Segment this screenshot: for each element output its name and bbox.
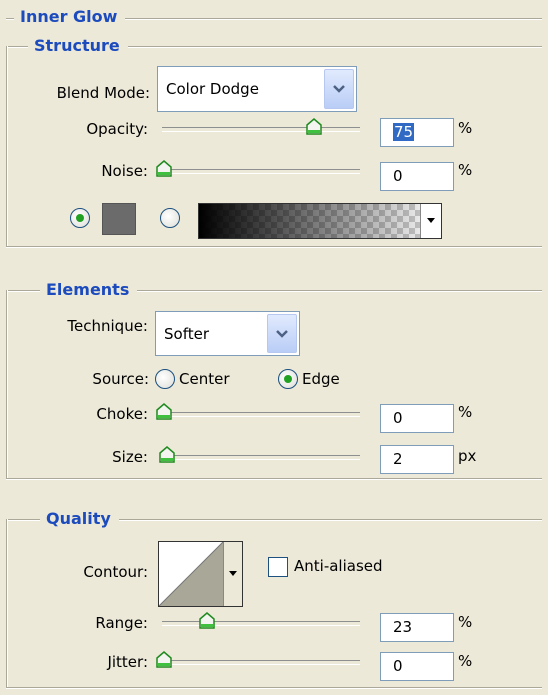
technique-label: Technique:	[67, 317, 148, 335]
jitter-unit: %	[458, 652, 473, 670]
opacity-slider-track[interactable]	[162, 127, 360, 132]
noise-slider-track[interactable]	[162, 169, 360, 174]
source-edge-radio[interactable]	[278, 369, 298, 389]
jitter-label: Jitter:	[107, 653, 148, 671]
contour-picker[interactable]	[158, 541, 243, 607]
choke-input[interactable]: 0	[380, 404, 454, 433]
choke-slider-thumb[interactable]	[155, 403, 173, 421]
opacity-label: Opacity:	[86, 120, 148, 138]
structure-title: Structure	[28, 36, 128, 56]
noise-unit: %	[458, 161, 473, 179]
range-input[interactable]: 23	[380, 613, 454, 642]
noise-slider-thumb[interactable]	[155, 160, 173, 178]
elements-divider-bottom	[6, 478, 542, 480]
structure-divider-left	[6, 46, 8, 246]
blend-mode-label: Blend Mode:	[56, 84, 150, 102]
contour-label: Contour:	[83, 563, 148, 581]
opacity-slider-thumb[interactable]	[305, 118, 323, 136]
technique-value: Softer	[164, 324, 209, 343]
jitter-slider-thumb[interactable]	[155, 651, 173, 669]
blend-mode-dropdown[interactable]: Color Dodge	[157, 66, 357, 112]
structure-divider-bottom	[6, 246, 542, 248]
size-label: Size:	[112, 448, 148, 466]
size-input[interactable]: 2	[380, 445, 454, 474]
color-radio[interactable]	[70, 208, 90, 228]
technique-dropdown[interactable]: Softer	[155, 311, 300, 356]
jitter-slider-track[interactable]	[162, 660, 360, 665]
contour-curve-icon	[159, 542, 223, 606]
quality-divider-left	[6, 519, 8, 687]
elements-title: Elements	[40, 280, 138, 300]
color-swatch[interactable]	[102, 203, 136, 235]
range-slider-thumb[interactable]	[198, 612, 216, 630]
elements-divider-left	[6, 290, 8, 478]
gradient-picker[interactable]	[198, 203, 442, 239]
dropdown-arrow-icon[interactable]	[420, 204, 441, 238]
source-center-radio[interactable]	[155, 369, 175, 389]
quality-divider-bottom	[6, 687, 542, 689]
choke-label: Choke:	[96, 405, 148, 423]
size-slider-track[interactable]	[162, 455, 360, 460]
range-label: Range:	[95, 614, 148, 632]
jitter-input[interactable]: 0	[380, 652, 454, 681]
noise-input[interactable]: 0	[380, 162, 454, 191]
range-slider-track[interactable]	[162, 621, 360, 626]
gradient-radio[interactable]	[160, 208, 180, 228]
anti-aliased-label[interactable]: Anti-aliased	[294, 556, 383, 576]
anti-aliased-checkbox[interactable]	[268, 557, 288, 577]
opacity-unit: %	[458, 119, 473, 137]
size-unit: px	[458, 447, 477, 465]
source-center-label[interactable]: Center	[179, 369, 230, 389]
chevron-down-icon[interactable]	[267, 314, 297, 353]
opacity-value: 75	[393, 123, 415, 141]
dropdown-arrow-icon[interactable]	[223, 542, 242, 606]
choke-unit: %	[458, 403, 473, 421]
choke-slider-track[interactable]	[162, 412, 360, 417]
quality-title: Quality	[40, 509, 119, 529]
radio-selected-dot	[284, 375, 292, 383]
size-slider-thumb[interactable]	[158, 446, 176, 464]
noise-label: Noise:	[101, 162, 148, 180]
source-edge-label[interactable]: Edge	[302, 369, 340, 389]
chevron-down-icon[interactable]	[324, 69, 354, 109]
source-label: Source:	[92, 370, 149, 388]
inner-glow-title: Inner Glow	[14, 7, 126, 27]
radio-selected-dot	[76, 214, 84, 222]
range-unit: %	[458, 613, 473, 631]
opacity-input[interactable]: 75	[380, 118, 454, 147]
blend-mode-value: Color Dodge	[166, 80, 259, 98]
